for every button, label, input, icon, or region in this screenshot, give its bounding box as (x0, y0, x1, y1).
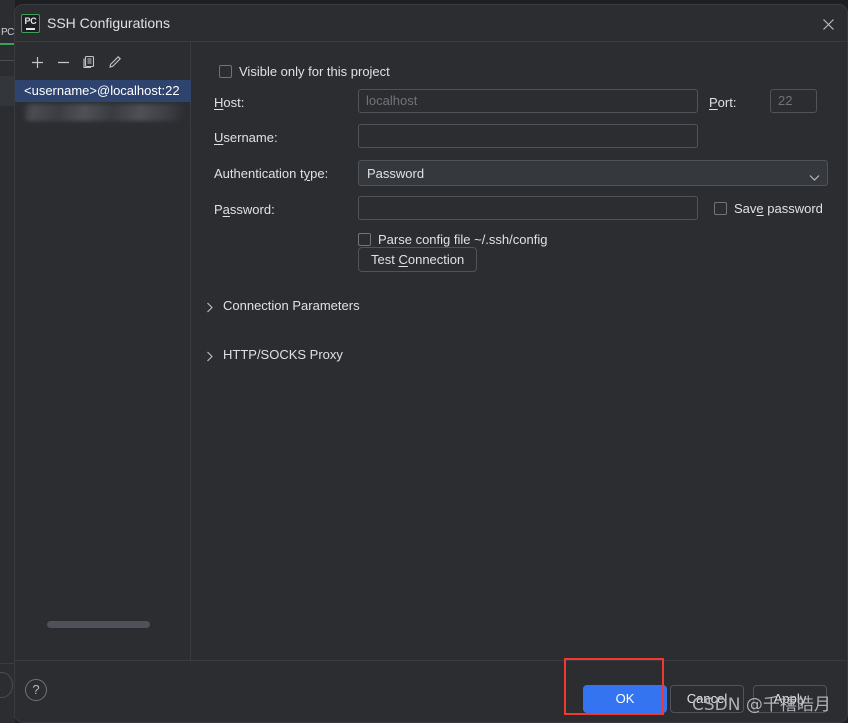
configurations-sidebar: <username>@localhost:22 (15, 42, 191, 661)
copy-icon[interactable] (77, 50, 101, 74)
parse-config-label[interactable]: Parse config file ~/.ssh/config (378, 233, 547, 247)
help-icon[interactable]: ? (25, 679, 47, 701)
dialog-titlebar: PC SSH Configurations (15, 5, 847, 42)
chevron-right-icon (206, 300, 214, 318)
auth-type-select[interactable]: Password (358, 160, 828, 186)
dialog-footer: ? OK Cancel Apply (15, 660, 847, 722)
pencil-icon[interactable] (103, 50, 127, 74)
port-label: Port: (709, 95, 737, 110)
configuration-form: Visible only for this project Host: loca… (192, 42, 847, 661)
close-icon[interactable] (815, 11, 841, 37)
scrollbar-thumb[interactable] (47, 621, 150, 628)
pycharm-icon-underline (26, 28, 35, 30)
chevron-right-icon (206, 349, 214, 367)
ok-button[interactable]: OK (583, 685, 667, 713)
test-connection-button[interactable]: Test Connection (358, 247, 478, 272)
ssh-configurations-dialog: PC SSH Configurations <username>@localho… (14, 4, 848, 723)
pycharm-icon: PC (21, 14, 40, 33)
save-password-label[interactable]: Save password (734, 202, 823, 216)
pycharm-icon-label: PC (24, 16, 37, 26)
parse-config-checkbox[interactable] (358, 233, 371, 246)
sidebar-horizontal-scrollbar[interactable] (15, 621, 191, 645)
visible-only-label[interactable]: Visible only for this project (239, 65, 390, 79)
password-input[interactable] (358, 196, 698, 220)
save-password-checkbox[interactable] (714, 202, 727, 215)
list-item[interactable]: <username>@localhost:22 (15, 80, 191, 102)
auth-type-selected-value: Password (367, 166, 425, 181)
section-connection-parameters[interactable]: Connection Parameters (206, 297, 836, 315)
ide-status-divider (0, 663, 14, 664)
configurations-list[interactable]: <username>@localhost:22 (15, 80, 191, 640)
sidebar-toolbar (15, 50, 191, 76)
host-input[interactable]: localhost (358, 89, 698, 113)
username-input[interactable] (358, 124, 698, 148)
username-label: Username: (214, 130, 278, 145)
visible-only-checkbox[interactable] (219, 65, 232, 78)
section-title: HTTP/SOCKS Proxy (223, 346, 350, 364)
minus-icon[interactable] (51, 50, 75, 74)
chevron-down-icon (809, 169, 820, 187)
ide-highlighted-row (0, 76, 14, 106)
host-label: Host: (214, 95, 245, 110)
dialog-body: <username>@localhost:22 Visible only for… (15, 42, 847, 661)
dialog-title: SSH Configurations (47, 15, 170, 31)
password-label: Password: (214, 202, 275, 217)
apply-button[interactable]: Apply (753, 685, 827, 713)
cancel-button[interactable]: Cancel (670, 685, 744, 713)
plus-icon[interactable] (25, 50, 49, 74)
list-item[interactable] (15, 102, 191, 124)
ide-divider-line (0, 60, 14, 61)
section-http-socks-proxy[interactable]: HTTP/SOCKS Proxy (206, 346, 836, 364)
section-title: Connection Parameters (223, 297, 367, 315)
port-input[interactable]: 22 (770, 89, 817, 113)
auth-type-label: Authentication type: (214, 166, 329, 181)
